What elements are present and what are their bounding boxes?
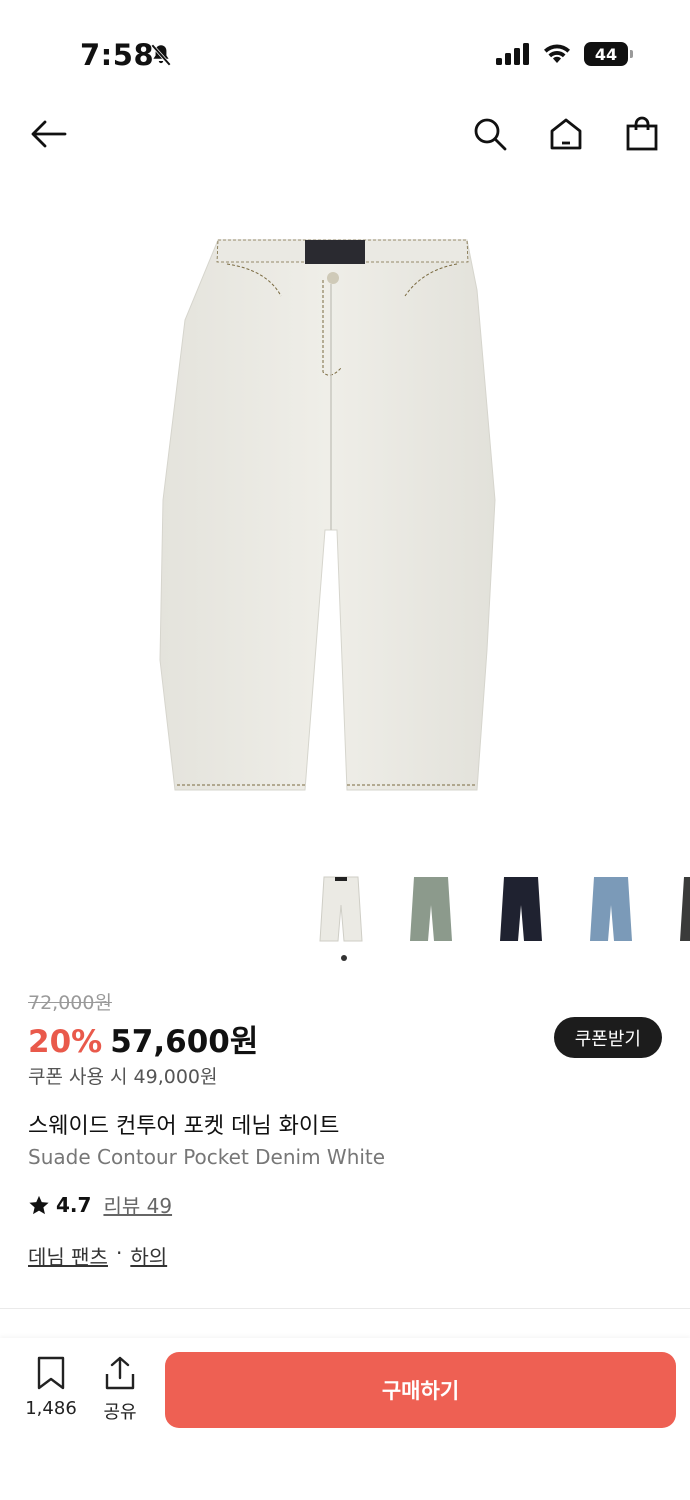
save-count: 1,486 (25, 1398, 77, 1419)
product-title-english: Suade Contour Pocket Denim White (28, 1145, 386, 1169)
sale-price: 57,600원 (110, 1024, 259, 1060)
bell-slash-icon (151, 44, 171, 66)
shopping-bag-icon[interactable] (622, 114, 662, 154)
signal-icon (496, 43, 529, 65)
share-label: 공유 (103, 1402, 137, 1423)
category-separator: · (115, 1241, 123, 1265)
top-nav (0, 100, 690, 170)
bottom-action-bar: 1,486 공유 구매하기 (0, 1338, 690, 1500)
thumbnail-charcoal[interactable] (670, 872, 690, 946)
share-icon (105, 1356, 135, 1390)
carousel-indicator (341, 955, 347, 961)
thumbnail-white[interactable] (310, 872, 372, 946)
share-button[interactable]: 공유 (85, 1356, 155, 1424)
get-coupon-button[interactable]: 쿠폰받기 (553, 1017, 662, 1058)
status-bar: 7:58 44 (0, 0, 690, 100)
rating-score: 4.7 (56, 1192, 92, 1217)
back-arrow-icon[interactable] (28, 114, 68, 154)
thumbnail-strip (310, 872, 690, 946)
search-icon[interactable] (470, 114, 510, 154)
product-image[interactable] (0, 200, 690, 840)
buy-button[interactable]: 구매하기 (165, 1352, 676, 1428)
review-link[interactable]: 리뷰 49 (103, 1190, 172, 1219)
wifi-icon (544, 44, 570, 63)
coupon-price: 쿠폰 사용 시 49,000원 (28, 1066, 218, 1088)
battery-icon: 44 (584, 42, 633, 66)
category-breadcrumb: 데님 팬츠 · 하의 (28, 1241, 167, 1270)
save-button[interactable]: 1,486 (16, 1356, 86, 1419)
thumbnail-light-blue[interactable] (580, 872, 642, 946)
status-time: 7:58 (80, 38, 155, 72)
thumbnail-black[interactable] (490, 872, 552, 946)
product-title: 스웨이드 컨투어 포켓 데님 화이트 (28, 1114, 340, 1139)
price-row: 20% 57,600원 (28, 1016, 258, 1061)
original-price: 72,000원 (28, 992, 112, 1014)
category-link-denim-pants[interactable]: 데님 팬츠 (28, 1241, 108, 1270)
divider (0, 1308, 690, 1309)
thumbnail-vintage-green[interactable] (400, 872, 462, 946)
rating-row: 4.7 리뷰 49 (28, 1190, 172, 1219)
category-link-bottoms[interactable]: 하의 (130, 1241, 167, 1270)
discount-rate: 20% (28, 1024, 103, 1060)
star-icon (29, 1195, 49, 1214)
bookmark-icon (37, 1356, 65, 1390)
home-icon[interactable] (546, 114, 586, 154)
